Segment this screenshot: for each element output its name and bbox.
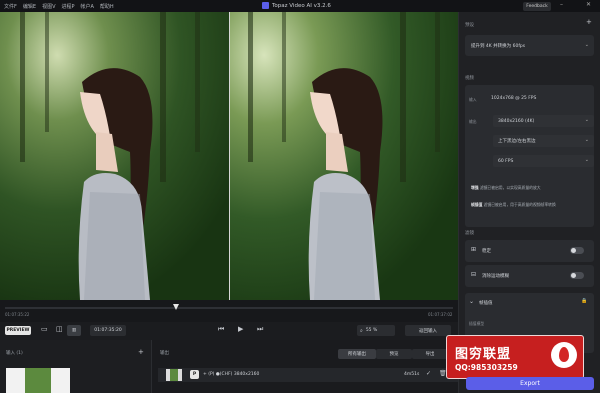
menu-account[interactable]: 帐户A	[81, 3, 94, 10]
check-icon[interactable]: ✓	[426, 370, 431, 377]
input-video-thumbnail[interactable]	[6, 368, 70, 393]
output-panel: 输出 所有输出 预览 导出	[153, 340, 458, 393]
zoom-value: 55 %	[365, 328, 378, 333]
motion-deblur-label: 消除运动模糊	[482, 274, 509, 279]
filters-section-label: 滤镜	[465, 231, 474, 236]
input-panel: 输入 (1) +	[0, 340, 152, 393]
zoom-select[interactable]: ⌕ 55 %	[357, 325, 395, 336]
playback-controls: PREVIEW ▭ ◫ ▥ 01:07:35:20 ⏮ ▶ ⏭ ⌕ 55 % 返…	[0, 322, 458, 340]
add-input-button[interactable]: +	[138, 348, 144, 356]
timeline[interactable]: 01:07:35:22 01:07:37:02	[0, 300, 458, 322]
side-by-side-icon[interactable]: ◫	[56, 325, 63, 333]
menu-process[interactable]: 进程P	[61, 3, 74, 10]
preview-button[interactable]: PREVIEW	[5, 326, 31, 335]
close-button[interactable]: ✕	[586, 1, 591, 8]
timeline-track[interactable]	[5, 307, 453, 309]
chevron-down-icon: ⌄	[584, 137, 589, 143]
app-title: Topaz Video AI v3.2.6	[262, 2, 331, 9]
output-panel-title: 输出	[160, 351, 169, 356]
search-icon: ⌕	[360, 327, 363, 334]
minimize-button[interactable]: –	[560, 1, 563, 8]
chevron-down-icon: ⌄	[584, 117, 589, 123]
crop-select[interactable]: 上下黑边/左右黑边 ⌄	[493, 135, 594, 147]
preset-label: 预设	[465, 23, 474, 28]
video-settings-card: 输入 1024x768 @ 25 FPS 输出 3840x2160 (4K) ⌄…	[465, 85, 594, 227]
chevron-down-icon: ⌄	[584, 42, 589, 48]
preview-viewer[interactable]	[0, 12, 458, 300]
output-tag: 输出	[469, 119, 477, 124]
input-tag: 输入	[469, 97, 477, 102]
add-preset-button[interactable]: +	[586, 18, 592, 26]
original-photo	[0, 12, 229, 300]
motion-deblur-filter[interactable]: ⊟ 消除运动模糊	[465, 265, 594, 287]
resolution-select[interactable]: 3840x2160 (4K) ⌄	[493, 115, 594, 127]
frame-interp-label: 帧插值	[479, 301, 493, 306]
previous-frame-icon[interactable]: ⏮	[218, 325, 224, 334]
input-value: 1024x768 @ 25 FPS	[491, 96, 537, 101]
output-resolution-info: + (P) ●(CHF) 3840x2160	[203, 372, 260, 377]
feedback-button[interactable]: Feedback	[523, 2, 551, 11]
app-title-text: Topaz Video AI v3.2.6	[272, 2, 331, 9]
output-time: 4m51s	[404, 372, 420, 377]
menu-file[interactable]: 文件F	[4, 3, 17, 10]
preset-select[interactable]: 提升到 4K 并转换为 60fps ⌄	[465, 35, 594, 56]
chevron-down-icon[interactable]: ⌄	[469, 298, 474, 305]
flame-logo-icon	[551, 342, 577, 368]
return-input-button[interactable]: 返回输入	[405, 325, 451, 336]
menu-edit[interactable]: 编辑E	[23, 3, 36, 10]
video-section-label: 视频	[465, 76, 474, 81]
fps-value: 60 FPS	[498, 158, 514, 164]
interp-note-key: 帧插值	[471, 202, 483, 207]
original-pane	[0, 12, 229, 300]
next-frame-icon[interactable]: ⏭	[257, 325, 263, 334]
menu-bar: 文件F 编辑E 视图V 进程P 帐户A 帮助H	[0, 3, 114, 10]
chevron-down-icon: ⌄	[584, 157, 589, 163]
stabilize-icon: ⊞	[471, 246, 477, 253]
topaz-video-ai-window: 文件F 编辑E 视图V 进程P 帐户A 帮助H Topaz Video AI v…	[0, 0, 600, 393]
resolution-value: 3840x2160 (4K)	[498, 118, 535, 124]
tab-all-outputs[interactable]: 所有输出	[338, 349, 376, 359]
watermark-badge: 图穷联盟 QQ:985303259	[446, 335, 584, 379]
preset-value: 提升到 4K 并转换为 60fps	[471, 44, 526, 49]
lock-icon[interactable]: 🔒	[581, 298, 587, 304]
interp-model-label: 插值模型	[469, 321, 485, 326]
enhance-note-key: 增强	[471, 185, 479, 190]
export-button[interactable]: Export	[466, 377, 594, 390]
enhance-note-text: 滤镜已被启用，以实现高质量的放大	[479, 185, 541, 190]
enhance-note: 增强 滤镜已被启用，以实现高质量的放大	[471, 185, 541, 191]
menu-view[interactable]: 视图V	[42, 3, 55, 10]
tab-export[interactable]: 导出	[412, 349, 448, 359]
enhanced-photo	[230, 12, 458, 300]
topaz-logo-icon	[262, 2, 269, 9]
split-view-button[interactable]: ▥	[67, 325, 81, 336]
crop-value: 上下黑边/左右黑边	[498, 139, 536, 144]
output-badge: P	[190, 370, 199, 379]
menu-help[interactable]: 帮助H	[100, 3, 114, 10]
watermark-brand: 图穷联盟	[455, 347, 512, 362]
output-thumbnail	[166, 369, 182, 381]
stabilize-toggle[interactable]	[570, 247, 584, 254]
interp-note: 帧插值 滤镜已被启用，用于高质量的视频帧率转换	[471, 202, 556, 208]
tab-preview[interactable]: 预览	[376, 349, 412, 359]
timecode-field[interactable]: 01:07:35:20	[90, 325, 126, 336]
enhanced-pane	[230, 12, 458, 300]
timeline-end-time: 01:07:37:02	[428, 312, 453, 317]
split-view-icon: ▥	[71, 328, 77, 333]
interp-note-text: 滤镜已被启用，用于高质量的视频帧率转换	[483, 202, 556, 207]
play-icon[interactable]: ▶	[238, 325, 243, 333]
motion-deblur-toggle[interactable]	[570, 272, 584, 279]
output-row[interactable]: P + (P) ●(CHF) 3840x2160 4m51s ✓ 🗑	[158, 368, 458, 382]
fps-select[interactable]: 60 FPS ⌄	[493, 155, 594, 167]
motion-deblur-icon: ⊟	[471, 271, 477, 278]
single-view-icon[interactable]: ▭	[41, 325, 48, 333]
stabilize-filter[interactable]: ⊞ 稳定	[465, 240, 594, 262]
stabilize-label: 稳定	[482, 249, 491, 254]
title-bar: 文件F 编辑E 视图V 进程P 帐户A 帮助H Topaz Video AI v…	[0, 0, 600, 12]
input-panel-title: 输入 (1)	[6, 351, 23, 356]
watermark-qq: QQ:985303259	[455, 363, 518, 372]
bottom-panels: 输入 (1) + 输出 所有输出 预览 导出	[0, 340, 458, 393]
timeline-start-time: 01:07:35:22	[5, 312, 30, 317]
